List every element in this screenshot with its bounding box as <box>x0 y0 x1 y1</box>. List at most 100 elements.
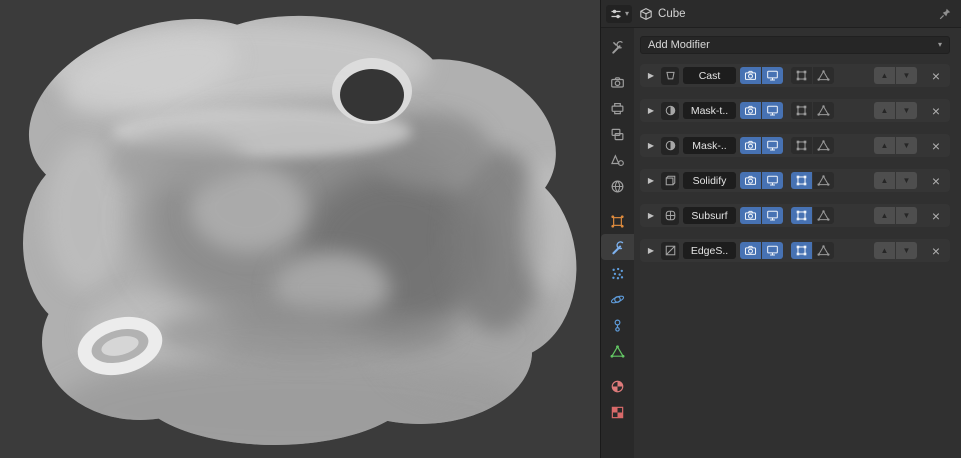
expand-arrow[interactable]: ▶ <box>645 177 657 185</box>
cage-icon <box>817 244 830 257</box>
edgesplit-modifier-icon <box>661 242 679 260</box>
move-up-button[interactable]: ▲ <box>874 67 895 84</box>
delete-modifier-button[interactable]: × <box>927 209 945 223</box>
delete-modifier-button[interactable]: × <box>927 104 945 118</box>
modifier-name-field[interactable] <box>683 242 736 259</box>
tab-world[interactable] <box>601 173 634 199</box>
tab-object-data[interactable] <box>601 338 634 364</box>
render-toggle[interactable] <box>740 137 761 154</box>
realtime-toggle[interactable] <box>762 172 783 189</box>
expand-arrow[interactable]: ▶ <box>645 72 657 80</box>
modifier-name-field[interactable] <box>683 172 736 189</box>
delete-modifier-button[interactable]: × <box>927 139 945 153</box>
editmode-toggle[interactable] <box>791 137 812 154</box>
realtime-toggle[interactable] <box>762 137 783 154</box>
move-down-button[interactable]: ▼ <box>896 67 917 84</box>
cube-icon <box>639 7 653 21</box>
move-down-button[interactable]: ▼ <box>896 172 917 189</box>
delete-modifier-button[interactable]: × <box>927 174 945 188</box>
tab-physics[interactable] <box>601 286 634 312</box>
expand-arrow[interactable]: ▶ <box>645 107 657 115</box>
realtime-toggle[interactable] <box>762 242 783 259</box>
tab-scene[interactable] <box>601 147 634 173</box>
modifier-row: ▶ ▲ ▼ <box>640 204 950 227</box>
realtime-toggle[interactable] <box>762 102 783 119</box>
move-up-button[interactable]: ▲ <box>874 137 895 154</box>
render-toggle[interactable] <box>740 102 761 119</box>
realtime-toggle[interactable] <box>762 67 783 84</box>
render-toggle[interactable] <box>740 67 761 84</box>
mesh-hole <box>332 58 412 124</box>
monitor-icon <box>766 69 779 82</box>
editmode-toggle-group <box>791 67 834 84</box>
display-toggle-group <box>740 137 783 154</box>
oncage-toggle[interactable] <box>813 102 834 119</box>
editmode-icon <box>795 244 808 257</box>
chevron-down-icon: ▾ <box>625 10 629 18</box>
editmode-toggle-group <box>791 242 834 259</box>
editmode-toggle[interactable] <box>791 67 812 84</box>
view-layer-icon <box>610 127 625 142</box>
editor-type-button[interactable]: ▾ <box>606 5 632 23</box>
render-toggle[interactable] <box>740 172 761 189</box>
modifier-name-field[interactable] <box>683 102 736 119</box>
oncage-toggle[interactable] <box>813 242 834 259</box>
expand-arrow[interactable]: ▶ <box>645 142 657 150</box>
tab-render[interactable] <box>601 69 634 95</box>
pin-icon <box>938 7 952 21</box>
move-down-button[interactable]: ▼ <box>896 102 917 119</box>
editmode-toggle[interactable] <box>791 102 812 119</box>
editmode-icon <box>795 174 808 187</box>
world-icon <box>610 179 625 194</box>
display-toggle-group <box>740 102 783 119</box>
move-down-button[interactable]: ▼ <box>896 207 917 224</box>
modifier-name-field[interactable] <box>683 207 736 224</box>
oncage-toggle[interactable] <box>813 207 834 224</box>
expand-arrow[interactable]: ▶ <box>645 212 657 220</box>
constraints-icon <box>610 318 625 333</box>
3d-viewport[interactable] <box>0 0 600 458</box>
realtime-toggle[interactable] <box>762 207 783 224</box>
pin-button[interactable] <box>938 7 952 21</box>
delete-modifier-button[interactable]: × <box>927 244 945 258</box>
oncage-toggle[interactable] <box>813 172 834 189</box>
move-up-button[interactable]: ▲ <box>874 242 895 259</box>
physics-icon <box>610 292 625 307</box>
render-toggle[interactable] <box>740 242 761 259</box>
tab-constraints[interactable] <box>601 312 634 338</box>
modifier-row: ▶ ▲ ▼ <box>640 99 950 122</box>
editmode-toggle[interactable] <box>791 172 812 189</box>
tab-material[interactable] <box>601 373 634 399</box>
add-modifier-dropdown[interactable]: Add Modifier ▾ <box>640 36 950 54</box>
modifier-name-field[interactable] <box>683 137 736 154</box>
editmode-toggle-group <box>791 172 834 189</box>
tab-texture[interactable] <box>601 399 634 425</box>
cage-icon <box>817 139 830 152</box>
editmode-toggle-group <box>791 137 834 154</box>
cast-modifier-icon <box>661 67 679 85</box>
render-toggle[interactable] <box>740 207 761 224</box>
properties-header: ▾ Cube <box>601 0 961 28</box>
camera-icon <box>744 244 757 257</box>
tab-particles[interactable] <box>601 260 634 286</box>
move-down-button[interactable]: ▼ <box>896 137 917 154</box>
monitor-icon <box>766 174 779 187</box>
editmode-toggle-group <box>791 102 834 119</box>
expand-arrow[interactable]: ▶ <box>645 247 657 255</box>
properties-tab-bar <box>601 28 634 458</box>
editmode-toggle[interactable] <box>791 242 812 259</box>
oncage-toggle[interactable] <box>813 67 834 84</box>
tab-modifiers[interactable] <box>601 234 634 260</box>
delete-modifier-button[interactable]: × <box>927 69 945 83</box>
move-up-button[interactable]: ▲ <box>874 172 895 189</box>
oncage-toggle[interactable] <box>813 137 834 154</box>
move-up-button[interactable]: ▲ <box>874 102 895 119</box>
modifier-name-field[interactable] <box>683 67 736 84</box>
editmode-toggle[interactable] <box>791 207 812 224</box>
tab-view-layer[interactable] <box>601 121 634 147</box>
move-down-button[interactable]: ▼ <box>896 242 917 259</box>
tab-output[interactable] <box>601 95 634 121</box>
tab-tool[interactable] <box>601 34 634 60</box>
tab-object[interactable] <box>601 208 634 234</box>
move-up-button[interactable]: ▲ <box>874 207 895 224</box>
